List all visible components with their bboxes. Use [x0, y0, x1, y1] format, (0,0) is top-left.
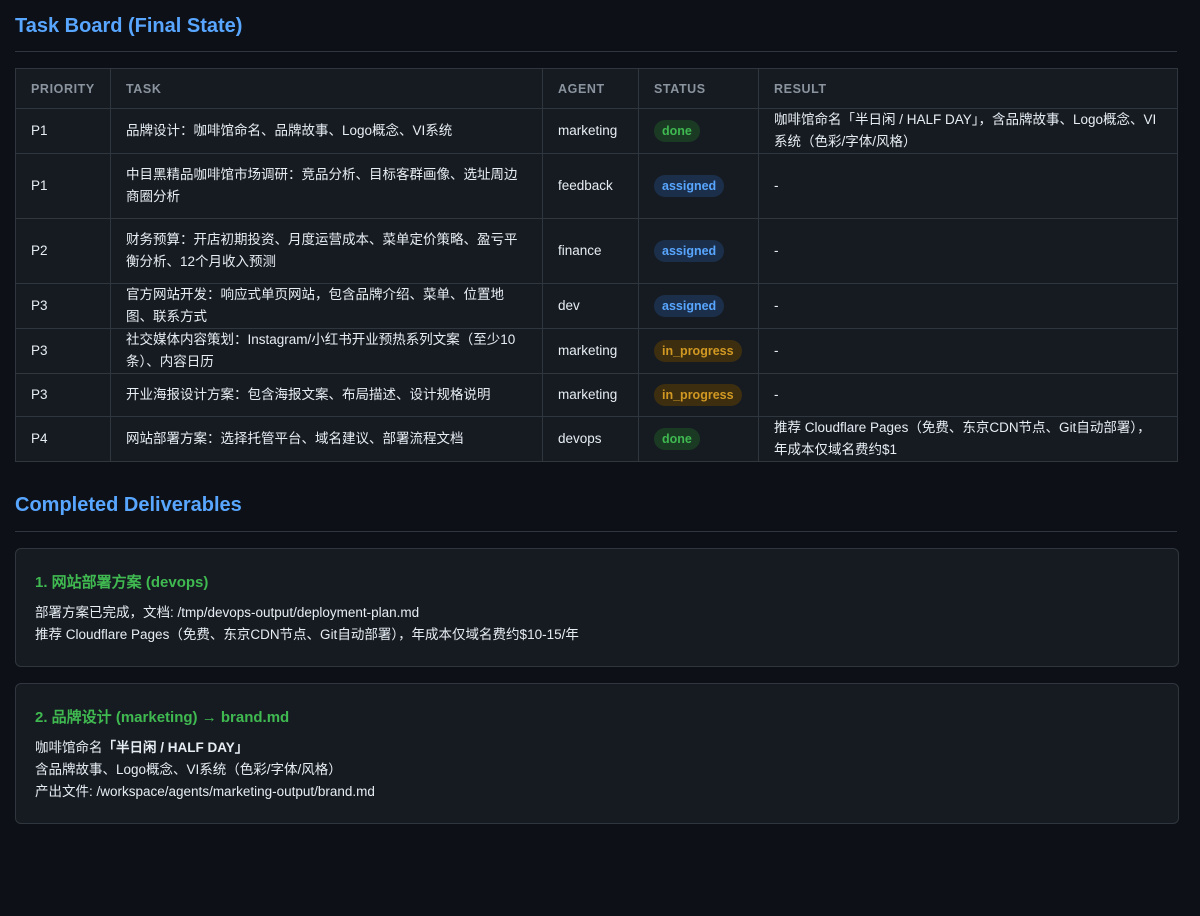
- priority-cell: P4: [15, 416, 111, 462]
- status-cell: assigned: [638, 153, 759, 219]
- status-badge: assigned: [654, 240, 725, 262]
- deliverables-title: Completed Deliverables: [15, 494, 1177, 532]
- column-header-status: STATUS: [638, 68, 759, 109]
- deliverable-line: 含品牌故事、Logo概念、VI系统（色彩/字体/风格）: [35, 762, 342, 777]
- result-cell: 推荐 Cloudflare Pages（免费、东京CDN节点、Git自动部署），…: [758, 416, 1178, 462]
- task-cell: 官方网站开发：响应式单页网站，包含品牌介绍、菜单、位置地图、联系方式: [110, 283, 543, 329]
- deliverable-line: 产出文件: /workspace/agents/marketing-output…: [35, 784, 375, 799]
- task-cell: 中目黑精品咖啡馆市场调研：竞品分析、目标客群画像、选址周边商圈分析: [110, 153, 543, 219]
- status-badge: assigned: [654, 295, 725, 317]
- result-cell: -: [758, 328, 1178, 374]
- deliverable-heading: 2. 品牌设计 (marketing) → brand.md: [35, 709, 290, 726]
- result-cell: -: [758, 283, 1178, 329]
- task-table: PRIORITY TASK AGENT STATUS RESULT P1 品牌设…: [15, 68, 1178, 462]
- status-cell: assigned: [638, 218, 759, 284]
- table-row: P3 开业海报设计方案：包含海报文案、布局描述、设计规格说明 marketing…: [15, 373, 1178, 417]
- table-header-row: PRIORITY TASK AGENT STATUS RESULT: [15, 68, 1178, 109]
- deliverable-card-marketing: 2. 品牌设计 (marketing) → brand.md 咖啡馆命名「半日闲…: [15, 683, 1179, 824]
- table-row: P3 社交媒体内容策划：Instagram/小红书开业预热系列文案（至少10条）…: [15, 328, 1178, 374]
- result-cell: -: [758, 218, 1178, 284]
- status-cell: assigned: [638, 283, 759, 329]
- task-board-title: Task Board (Final State): [15, 0, 1177, 52]
- status-cell: in_progress: [638, 373, 759, 417]
- status-cell: done: [638, 416, 759, 462]
- task-cell: 社交媒体内容策划：Instagram/小红书开业预热系列文案（至少10条）、内容…: [110, 328, 543, 374]
- table-row: P4 网站部署方案：选择托管平台、域名建议、部署流程文档 devops done…: [15, 416, 1178, 462]
- agent-cell: dev: [542, 283, 639, 329]
- priority-cell: P3: [15, 328, 111, 374]
- agent-cell: marketing: [542, 373, 639, 417]
- deliverable-line: 部署方案已完成，文档: /tmp/devops-output/deploymen…: [35, 605, 420, 620]
- status-badge: done: [654, 120, 700, 142]
- priority-cell: P3: [15, 373, 111, 417]
- agent-cell: marketing: [542, 108, 639, 154]
- priority-cell: P1: [15, 153, 111, 219]
- task-cell: 开业海报设计方案：包含海报文案、布局描述、设计规格说明: [110, 373, 543, 417]
- column-header-agent: AGENT: [542, 68, 639, 109]
- column-header-result: RESULT: [758, 68, 1178, 109]
- result-cell: -: [758, 373, 1178, 417]
- cafe-name: 「半日闲 / HALF DAY」: [102, 740, 249, 755]
- status-badge: in_progress: [654, 384, 742, 406]
- task-cell: 网站部署方案：选择托管平台、域名建议、部署流程文档: [110, 416, 543, 462]
- deliverable-card-devops: 1. 网站部署方案 (devops) 部署方案已完成，文档: /tmp/devo…: [15, 548, 1179, 667]
- deliverable-line: 推荐 Cloudflare Pages（免费、东京CDN节点、Git自动部署），…: [35, 627, 579, 642]
- column-header-priority: PRIORITY: [15, 68, 111, 109]
- result-cell: 咖啡馆命名「半日闲 / HALF DAY」，含品牌故事、Logo概念、VI系统（…: [758, 108, 1178, 154]
- result-cell: -: [758, 153, 1178, 219]
- deliverable-heading: 1. 网站部署方案 (devops): [35, 574, 209, 591]
- status-cell: in_progress: [638, 328, 759, 374]
- priority-cell: P2: [15, 218, 111, 284]
- table-row: P2 财务预算：开店初期投资、月度运营成本、菜单定价策略、盈亏平衡分析、12个月…: [15, 218, 1178, 284]
- priority-cell: P3: [15, 283, 111, 329]
- table-row: P1 中目黑精品咖啡馆市场调研：竞品分析、目标客群画像、选址周边商圈分析 fee…: [15, 153, 1178, 219]
- table-row: P1 品牌设计：咖啡馆命名、品牌故事、Logo概念、VI系统 marketing…: [15, 108, 1178, 154]
- status-badge: done: [654, 428, 700, 450]
- status-cell: done: [638, 108, 759, 154]
- task-cell: 财务预算：开店初期投资、月度运营成本、菜单定价策略、盈亏平衡分析、12个月收入预…: [110, 218, 543, 284]
- status-badge: assigned: [654, 175, 725, 197]
- name-prefix: 咖啡馆命名: [35, 740, 103, 755]
- priority-cell: P1: [15, 108, 111, 154]
- agent-cell: finance: [542, 218, 639, 284]
- agent-cell: feedback: [542, 153, 639, 219]
- task-cell: 品牌设计：咖啡馆命名、品牌故事、Logo概念、VI系统: [110, 108, 543, 154]
- agent-cell: marketing: [542, 328, 639, 374]
- agent-cell: devops: [542, 416, 639, 462]
- column-header-task: TASK: [110, 68, 543, 109]
- table-row: P3 官方网站开发：响应式单页网站，包含品牌介绍、菜单、位置地图、联系方式 de…: [15, 283, 1178, 329]
- deliverable-name-line: 咖啡馆命名「半日闲 / HALF DAY」: [35, 737, 1159, 759]
- status-badge: in_progress: [654, 340, 742, 362]
